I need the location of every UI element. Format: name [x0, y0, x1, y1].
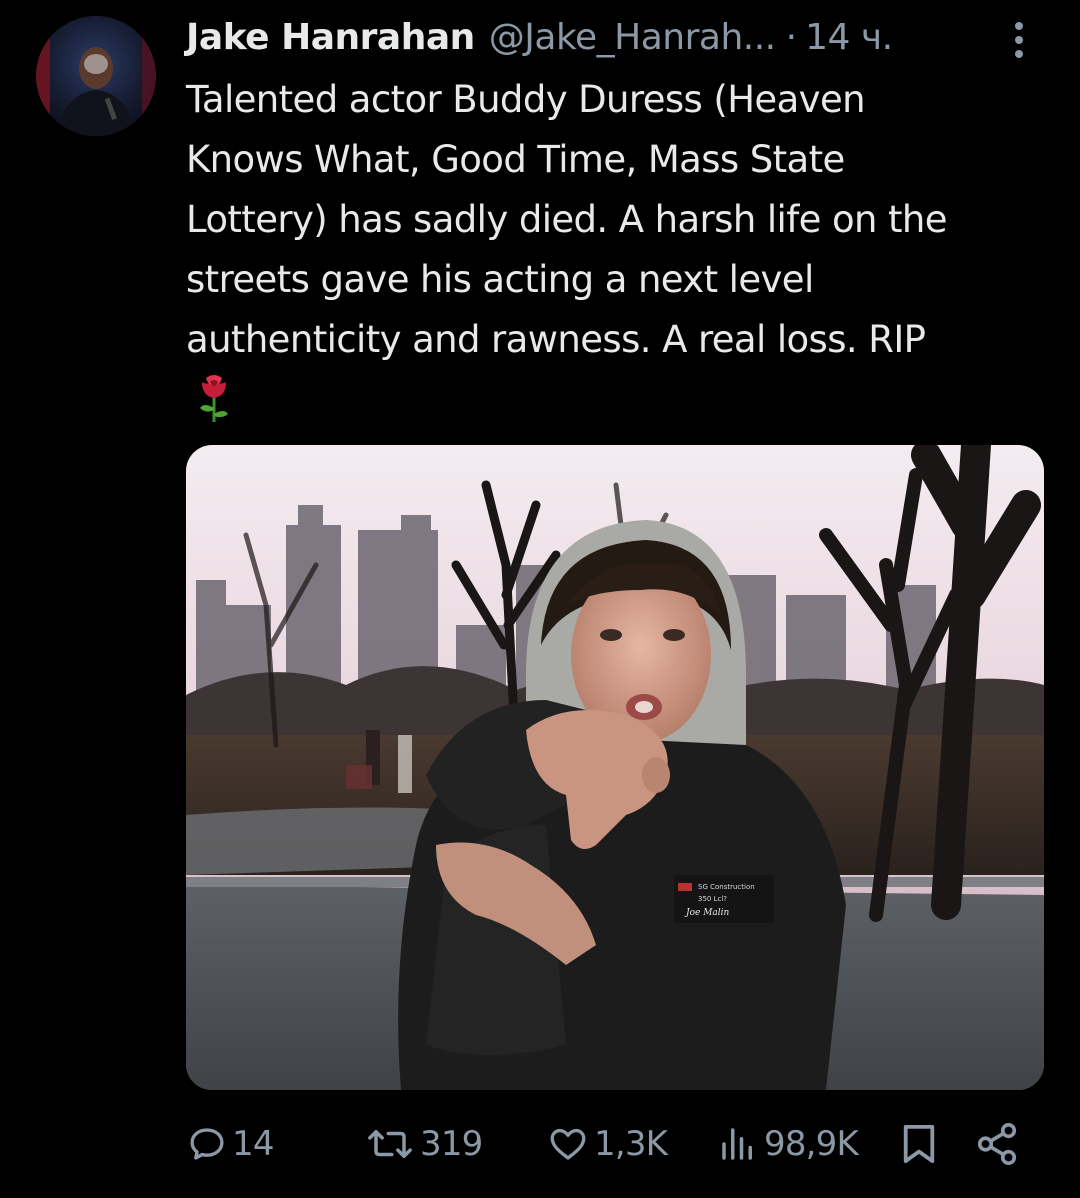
reply-icon — [190, 1128, 224, 1160]
like-count: 1,3K — [594, 1124, 668, 1164]
tweet-text: Talented actor Buddy Duress (Heaven Know… — [186, 78, 948, 361]
patch-line-1: SG Construction — [698, 883, 755, 891]
tweet-actions: 14 319 1,3K 98,9K — [186, 1116, 1026, 1172]
photo-image: SG Construction 350 Lcl? Joe Malin — [186, 445, 1044, 1090]
separator-dot: · — [785, 17, 798, 58]
bookmark-button[interactable] — [900, 1116, 938, 1172]
reply-count: 14 — [232, 1124, 274, 1164]
tweet-header: Jake Hanrahan @Jake_Hanrah... · 14 ч. — [186, 12, 1046, 64]
views-button[interactable]: 98,9K — [716, 1116, 859, 1172]
jacket-patch: SG Construction 350 Lcl? Joe Malin — [674, 875, 774, 923]
share-icon — [977, 1123, 1017, 1165]
bookmark-icon — [903, 1125, 935, 1164]
like-button[interactable]: 1,3K — [546, 1116, 668, 1172]
retweet-count: 319 — [420, 1124, 483, 1164]
tweet: Jake Hanrahan @Jake_Hanrah... · 14 ч. Ta… — [0, 0, 1080, 1198]
views-count: 98,9K — [764, 1124, 859, 1164]
reply-button[interactable]: 14 — [186, 1116, 274, 1172]
avatar[interactable] — [36, 16, 156, 136]
heart-icon — [550, 1128, 586, 1160]
retweet-icon — [368, 1130, 412, 1158]
patch-line-2: 350 Lcl? — [698, 895, 727, 903]
tweet-photo[interactable]: SG Construction 350 Lcl? Joe Malin — [186, 445, 1044, 1090]
views-icon — [722, 1128, 752, 1160]
retweet-button[interactable]: 319 — [364, 1116, 483, 1172]
timestamp[interactable]: 14 ч. — [805, 12, 893, 64]
patch-line-3: Joe Malin — [684, 908, 730, 918]
rose-emoji-icon — [194, 372, 234, 424]
more-icon[interactable] — [1004, 18, 1034, 62]
avatar-image — [36, 16, 156, 136]
user-handle[interactable]: @Jake_Hanrah... — [489, 12, 776, 64]
display-name[interactable]: Jake Hanrahan — [186, 12, 475, 64]
share-button[interactable] — [974, 1116, 1020, 1172]
